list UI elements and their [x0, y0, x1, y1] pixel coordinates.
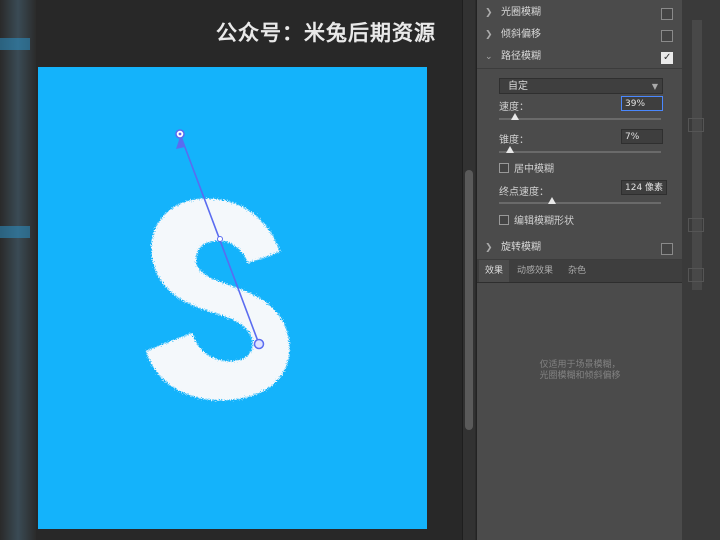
chevron-right-icon[interactable]: ❯ — [485, 237, 493, 259]
edit-shape-label: 编辑模糊形状 — [514, 216, 574, 227]
path-mid-handle[interactable] — [217, 236, 223, 242]
watermark-text: 公众号：米兔后期资源 — [216, 21, 436, 45]
panel-scrollbar-thumb[interactable] — [692, 20, 702, 290]
taper-slider[interactable] — [499, 146, 661, 153]
chevron-right-icon[interactable]: ❯ — [485, 2, 493, 24]
section-label: 光圈模糊 — [501, 7, 541, 18]
chevron-down-icon[interactable]: ⌄ — [485, 46, 493, 68]
tool-highlight — [0, 38, 30, 50]
letter-s-shape — [146, 198, 290, 401]
section-label: 旋转模糊 — [501, 242, 541, 253]
section-enable-checkbox[interactable] — [661, 30, 673, 42]
speed-slider[interactable] — [499, 113, 661, 120]
effects-note: 仅适用于场景模糊， 光圈模糊和倾斜偏移 — [477, 360, 683, 382]
section-field-blur[interactable]: ❯ 光圈模糊 — [477, 2, 683, 25]
end-speed-label: 终点速度： — [499, 187, 549, 198]
section-path-blur[interactable]: ⌄ 路径模糊 — [477, 46, 683, 69]
end-speed-slider[interactable] — [499, 197, 661, 204]
edit-shape-row[interactable]: 编辑模糊形状 — [499, 212, 574, 227]
speed-label: 速度： — [499, 102, 529, 113]
centered-blur-row[interactable]: 居中模糊 — [499, 160, 554, 175]
centered-blur-label: 居中模糊 — [514, 164, 554, 175]
canvas-scrollbar-thumb[interactable] — [465, 170, 473, 430]
chevron-down-icon: ▼ — [651, 82, 658, 91]
section-enable-checkbox[interactable] — [661, 8, 673, 20]
tab-motion-effects[interactable]: 动感效果 — [517, 260, 553, 282]
section-enable-checkbox[interactable] — [661, 47, 673, 69]
panel-side-icon[interactable] — [688, 268, 704, 282]
artboard[interactable] — [38, 67, 427, 529]
chevron-right-icon[interactable]: ❯ — [485, 24, 493, 46]
panel-scrollbar[interactable] — [682, 0, 720, 540]
preset-value: 自定 — [508, 81, 528, 92]
panel-side-icon[interactable] — [688, 218, 704, 232]
blur-tools-panel: ❯ 光圈模糊 ❯ 倾斜偏移 ⌄ 路径模糊 自定 ▼ 速度： 39% 锥度： 7%… — [476, 0, 683, 540]
tab-noise[interactable]: 杂色 — [568, 260, 586, 282]
taper-slider-knob[interactable] — [506, 146, 515, 153]
section-tilt-shift[interactable]: ❯ 倾斜偏移 — [477, 24, 683, 47]
path-end-handle[interactable] — [253, 338, 265, 350]
edit-shape-checkbox[interactable] — [499, 215, 509, 225]
panel-side-icon[interactable] — [688, 118, 704, 132]
note-line: 光圈模糊和倾斜偏移 — [539, 371, 621, 381]
speed-slider-knob[interactable] — [511, 113, 520, 120]
section-label: 路径模糊 — [501, 51, 541, 62]
canvas-scrollbar[interactable] — [462, 0, 475, 540]
preset-dropdown[interactable]: 自定 ▼ — [499, 78, 663, 94]
section-label: 倾斜偏移 — [501, 29, 541, 40]
tab-effects[interactable]: 效果 — [479, 260, 510, 282]
left-toolbar-strip — [0, 0, 36, 540]
section-enable-checkbox[interactable] — [661, 243, 673, 255]
end-speed-input[interactable]: 124 像素 — [621, 180, 667, 195]
note-line: 仅适用于场景模糊， — [539, 360, 621, 370]
end-speed-slider-knob[interactable] — [548, 197, 557, 204]
taper-label: 锥度： — [499, 135, 529, 146]
artwork-svg — [146, 129, 290, 401]
path-start-handle-dot — [178, 132, 182, 136]
centered-blur-checkbox[interactable] — [499, 163, 509, 173]
speed-input[interactable]: 39% — [621, 96, 663, 111]
tool-highlight — [0, 226, 30, 238]
effects-tabs: 效果 动感效果 杂色 — [477, 260, 683, 283]
section-spin-blur[interactable]: ❯ 旋转模糊 — [477, 237, 683, 260]
taper-input[interactable]: 7% — [621, 129, 663, 144]
